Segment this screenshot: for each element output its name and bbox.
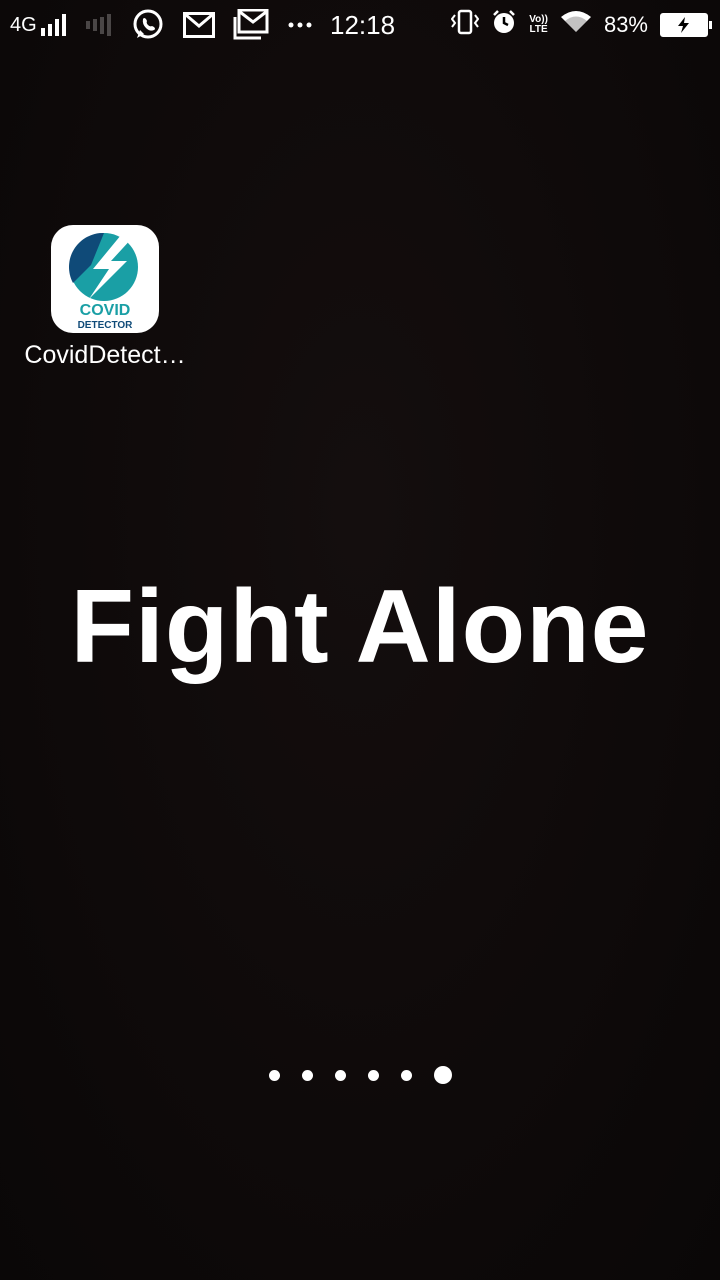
signal-icon [40, 14, 66, 36]
status-bar: 4G 12:18 Vo)) LTE 83% [0, 0, 720, 50]
status-left: 4G [10, 8, 313, 42]
whatsapp-icon [131, 8, 165, 42]
volte-icon: Vo)) LTE [529, 15, 548, 35]
app-shortcut-coviddetector[interactable]: COVID DETECTOR CovidDetect… [20, 225, 190, 370]
icon-line-2: DETECTOR [78, 320, 134, 331]
page-dot-active[interactable] [433, 1066, 452, 1084]
vibrate-icon [451, 9, 480, 42]
status-right: Vo)) LTE 83% [451, 8, 712, 42]
page-dot[interactable] [400, 1069, 412, 1081]
volte-bottom-label: LTE [529, 24, 548, 35]
home-screen: 4G 12:18 Vo)) LTE 83% COVID DETECTOR Cov… [0, 0, 720, 1280]
page-indicator [0, 1066, 720, 1084]
covid-detector-app-icon[interactable]: COVID DETECTOR [51, 225, 159, 333]
network-type: 4G [10, 13, 37, 36]
signal-weak-icon [85, 14, 111, 36]
alarm-icon [491, 9, 517, 42]
gmail-icon [182, 12, 215, 38]
clock: 12:18 [330, 10, 396, 40]
wifi-icon [560, 10, 592, 41]
page-dot[interactable] [367, 1069, 379, 1081]
battery-charging-icon [660, 13, 712, 37]
page-dot[interactable] [268, 1069, 280, 1081]
page-dot[interactable] [301, 1069, 313, 1081]
home-motto-text: Fight Alone [70, 569, 650, 685]
page-dot[interactable] [334, 1069, 346, 1081]
more-icon [287, 21, 313, 29]
icon-line-1: COVID [80, 302, 131, 319]
app-label[interactable]: CovidDetect… [20, 341, 190, 370]
gmail-icon [233, 9, 269, 41]
battery-percent: 83% [603, 12, 648, 37]
